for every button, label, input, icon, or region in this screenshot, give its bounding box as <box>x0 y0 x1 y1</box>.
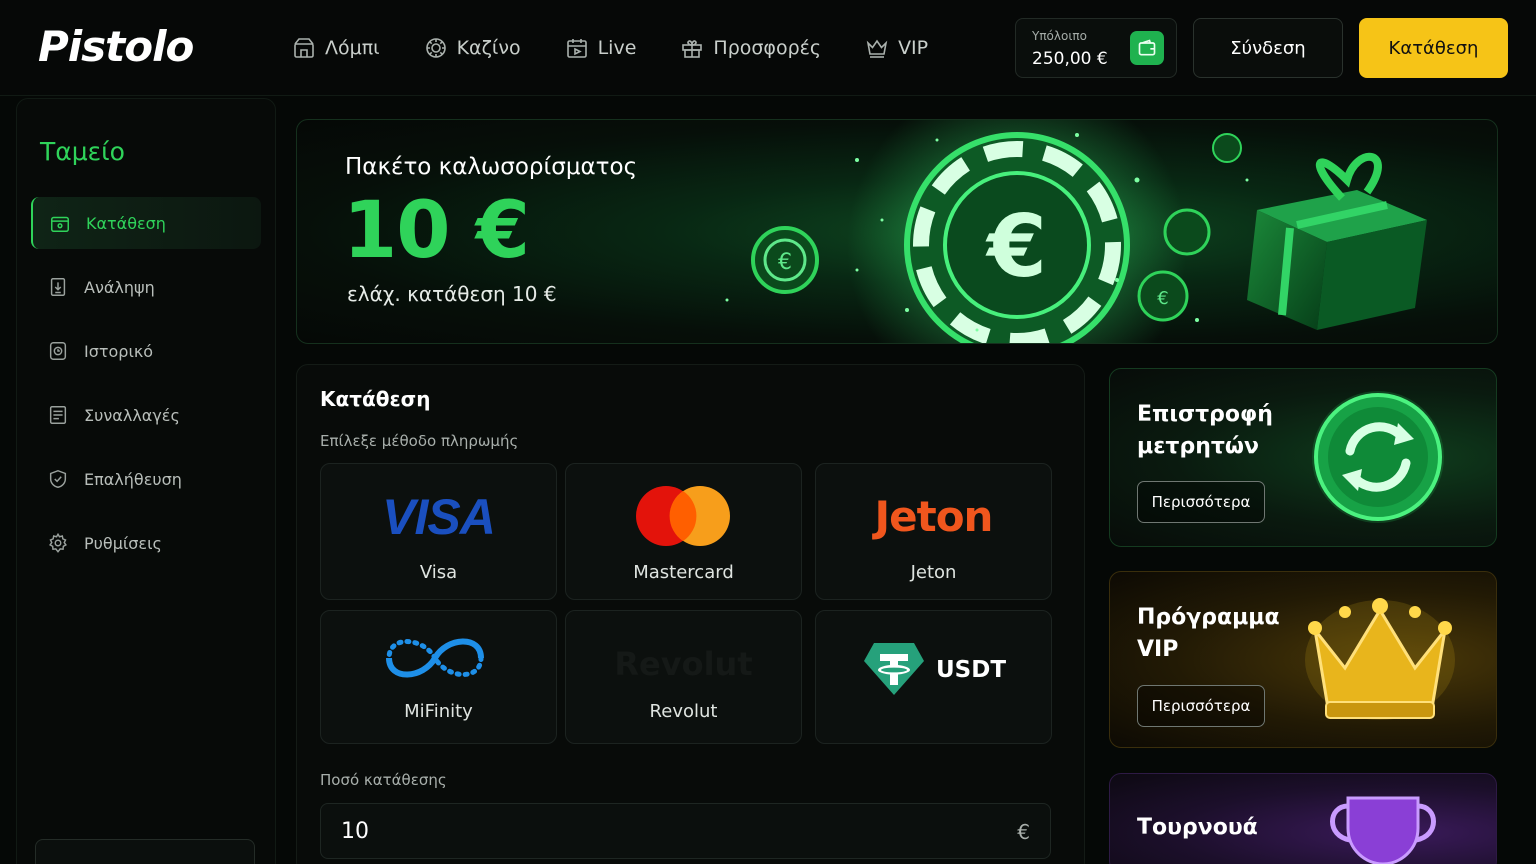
sidebar-item-verification[interactable]: Επαλήθευση <box>31 453 261 505</box>
sidebar-item-history[interactable]: Ιστορικό <box>31 325 261 377</box>
revolut-logo: Revolut <box>614 645 753 683</box>
live-calendar-icon <box>566 39 587 58</box>
nav-label: VIP <box>898 37 929 59</box>
balance-value: 250,00 € <box>1032 49 1108 69</box>
nav-item-casino[interactable]: Καζίνο <box>424 33 521 63</box>
payment-method-mastercard[interactable]: Mastercard <box>565 463 802 600</box>
gift-box-icon <box>1247 152 1427 330</box>
cashier-sidebar: Ταμείο Κατάθεση Ανάληψη Ιστορικό Συναλλα… <box>16 98 276 864</box>
payment-method-label: Επίλεξε μέθοδο πληρωμής <box>320 432 519 450</box>
trophy-icon <box>1330 796 1436 864</box>
tether-logo-icon <box>864 643 924 695</box>
sidebar-bottom-button[interactable] <box>35 839 255 864</box>
payment-method-mifinity[interactable]: MiFinity <box>320 610 557 744</box>
nav-label: Live <box>597 37 637 59</box>
method-label: Revolut <box>649 701 718 722</box>
pistolo-logo[interactable]: Pistolo <box>38 22 194 71</box>
promo-title-line: μετρητών <box>1137 434 1260 459</box>
history-icon <box>49 342 67 360</box>
nav-item-lobby[interactable]: Λόμπι <box>292 33 380 63</box>
jeton-logo: Jeton <box>874 492 994 541</box>
method-label: Jeton <box>910 562 957 583</box>
usdt-logo-text: USDT <box>936 657 1007 683</box>
nav-item-vip[interactable]: VIP <box>865 33 928 63</box>
mastercard-logo-icon <box>636 486 730 546</box>
sidebar-item-label: Επαλήθευση <box>84 469 182 489</box>
transactions-icon <box>49 406 67 424</box>
gift-icon <box>682 40 703 58</box>
wallet-button[interactable] <box>1130 31 1164 65</box>
sidebar-item-label: Ανάληψη <box>84 277 155 297</box>
payment-method-usdt[interactable]: USDT <box>815 610 1052 744</box>
amount-input[interactable]: 10 € <box>320 803 1051 859</box>
promo-title-line: VIP <box>1137 637 1179 662</box>
sidebar-item-label: Κατάθεση <box>86 213 166 233</box>
cashback-card[interactable]: Επιστροφή μετρητών Περισσότερα <box>1109 368 1497 547</box>
withdraw-icon <box>50 278 66 296</box>
currency-symbol: € <box>1017 820 1030 844</box>
method-label: Visa <box>419 562 458 583</box>
lobby-icon <box>294 38 314 58</box>
payment-method-jeton[interactable]: Jeton Jeton <box>815 463 1052 600</box>
vip-program-card[interactable]: Πρόγραμμα VIP Περισσότερα <box>1109 571 1497 748</box>
settings-icon <box>49 532 67 553</box>
login-button[interactable]: Σύνδεση <box>1193 18 1343 78</box>
sidebar-item-label: Ρυθμίσεις <box>84 533 162 553</box>
nav-label: Καζίνο <box>456 37 521 59</box>
deposit-icon <box>51 216 69 232</box>
welcome-banner[interactable]: € € € Πακέτο καλωσορίσματος 10 € ελάχ. κ… <box>296 119 1498 344</box>
mifinity-logo-icon <box>386 638 484 678</box>
crown-icon <box>1305 598 1455 720</box>
amount-label: Ποσό κατάθεσης <box>320 771 447 789</box>
sidebar-item-transactions[interactable]: Συναλλαγές <box>31 389 261 441</box>
deposit-panel: Κατάθεση Επίλεξε μέθοδο πληρωμής VISA Vi… <box>296 364 1085 864</box>
small-chip-icon: € <box>751 226 819 294</box>
sidebar-item-deposit[interactable]: Κατάθεση <box>31 197 261 249</box>
cashback-more-button[interactable]: Περισσότερα <box>1137 481 1265 523</box>
hero-amount: 10 € <box>343 186 530 276</box>
sidebar-item-withdraw[interactable]: Ανάληψη <box>31 261 261 313</box>
sidebar-title: Ταμείο <box>40 137 125 166</box>
top-header: Pistolo Λόμπι Καζίνο Live Προσφορές VIP … <box>0 0 1536 96</box>
method-label: Mastercard <box>633 562 734 583</box>
vip-more-button[interactable]: Περισσότερα <box>1137 685 1265 727</box>
nav-label: Προσφορές <box>713 37 822 59</box>
vip-title: Πρόγραμμα VIP <box>1137 602 1280 666</box>
promo-title-line: Πρόγραμμα <box>1137 605 1280 630</box>
method-label: MiFinity <box>404 701 473 722</box>
balance-label: Υπόλοιπο <box>1032 29 1087 43</box>
cashback-title: Επιστροφή μετρητών <box>1137 399 1273 463</box>
payment-method-revolut[interactable]: Revolut Revolut <box>565 610 802 744</box>
svg-text:€: € <box>985 197 1047 297</box>
nav-label: Λόμπι <box>325 37 380 59</box>
tournaments-card[interactable]: Τουρνουά <box>1109 773 1497 864</box>
svg-text:€: € <box>1157 288 1168 309</box>
nav-item-live[interactable]: Live <box>565 33 637 63</box>
visa-logo: VISA <box>382 489 496 545</box>
promo-title-line: Επιστροφή <box>1137 402 1273 427</box>
header-deposit-button[interactable]: Κατάθεση <box>1359 18 1508 78</box>
euro-chip-icon: € <box>904 132 1130 343</box>
sidebar-item-label: Ιστορικό <box>84 341 154 361</box>
tournaments-title: Τουρνουά <box>1137 815 1258 840</box>
svg-text:€: € <box>778 250 792 275</box>
verification-icon <box>49 469 67 489</box>
amount-value: 10 <box>341 819 369 844</box>
payment-method-visa[interactable]: VISA Visa <box>320 463 557 600</box>
hero-subtitle: ελάχ. κατάθεση 10 € <box>347 282 557 306</box>
crown-icon <box>866 39 888 58</box>
sidebar-item-settings[interactable]: Ρυθμίσεις <box>31 517 261 569</box>
cashback-icon <box>1312 391 1444 523</box>
hero-title: Πακέτο καλωσορίσματος <box>345 154 638 180</box>
nav-item-promotions[interactable]: Προσφορές <box>680 33 821 63</box>
deposit-title: Κατάθεση <box>320 387 431 411</box>
main-nav: Λόμπι Καζίνο Live Προσφορές VIP <box>292 33 972 63</box>
sidebar-item-label: Συναλλαγές <box>84 405 180 425</box>
casino-chip-icon <box>425 38 446 58</box>
wallet-icon <box>1138 39 1156 56</box>
